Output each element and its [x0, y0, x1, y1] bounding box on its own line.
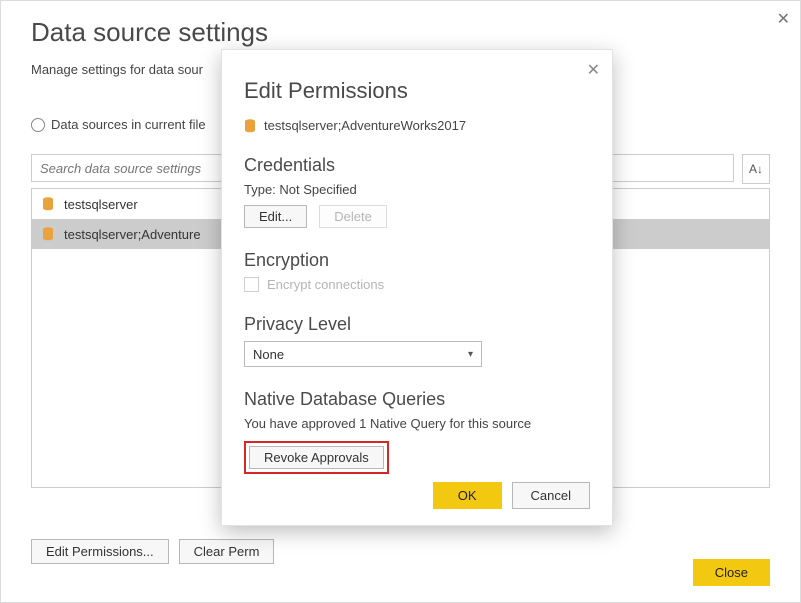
close-icon[interactable]: ✕	[587, 60, 600, 80]
encrypt-connections-label: Encrypt connections	[267, 277, 384, 292]
datasource-name: testsqlserver;AdventureWorks2017	[264, 118, 466, 133]
scope-radio-label[interactable]: Data sources in current file	[51, 117, 206, 132]
modal-title: Edit Permissions	[244, 78, 590, 104]
credentials-delete-button: Delete	[319, 205, 387, 228]
revoke-highlight: Revoke Approvals	[244, 441, 389, 474]
credentials-heading: Credentials	[244, 155, 590, 176]
database-icon	[42, 227, 54, 241]
database-icon	[42, 197, 54, 211]
datasource-line: testsqlserver;AdventureWorks2017	[244, 118, 590, 133]
bottom-button-row: Edit Permissions... Clear Perm	[31, 539, 274, 564]
edit-permissions-dialog: ✕ Edit Permissions testsqlserver;Adventu…	[221, 49, 613, 526]
page-title: Data source settings	[31, 17, 770, 48]
list-item-label: testsqlserver	[64, 197, 138, 212]
privacy-level-select[interactable]: None ▾	[244, 341, 482, 367]
chevron-down-icon: ▾	[468, 349, 473, 360]
clear-permissions-button[interactable]: Clear Perm	[179, 539, 275, 564]
close-icon[interactable]: ✕	[777, 9, 790, 29]
close-button[interactable]: Close	[693, 559, 770, 586]
native-queries-heading: Native Database Queries	[244, 389, 590, 410]
data-source-settings-dialog: ✕ Data source settings Manage settings f…	[0, 0, 801, 603]
privacy-heading: Privacy Level	[244, 314, 590, 335]
database-icon	[244, 119, 256, 133]
revoke-approvals-button[interactable]: Revoke Approvals	[249, 446, 384, 469]
sort-button[interactable]: A↓	[742, 154, 770, 184]
checkbox-icon	[244, 277, 259, 292]
sort-az-icon: A↓	[749, 162, 763, 176]
credentials-button-row: Edit... Delete	[244, 205, 590, 228]
encryption-heading: Encryption	[244, 250, 590, 271]
cancel-button[interactable]: Cancel	[512, 482, 590, 509]
edit-permissions-button[interactable]: Edit Permissions...	[31, 539, 169, 564]
modal-footer: OK Cancel	[433, 482, 590, 509]
encrypt-connections-row: Encrypt connections	[244, 277, 590, 292]
credentials-type: Type: Not Specified	[244, 182, 590, 197]
privacy-level-value: None	[253, 347, 284, 362]
native-queries-text: You have approved 1 Native Query for thi…	[244, 416, 590, 431]
radio-icon[interactable]	[31, 118, 45, 132]
credentials-edit-button[interactable]: Edit...	[244, 205, 307, 228]
list-item-label: testsqlserver;Adventure	[64, 227, 201, 242]
ok-button[interactable]: OK	[433, 482, 502, 509]
